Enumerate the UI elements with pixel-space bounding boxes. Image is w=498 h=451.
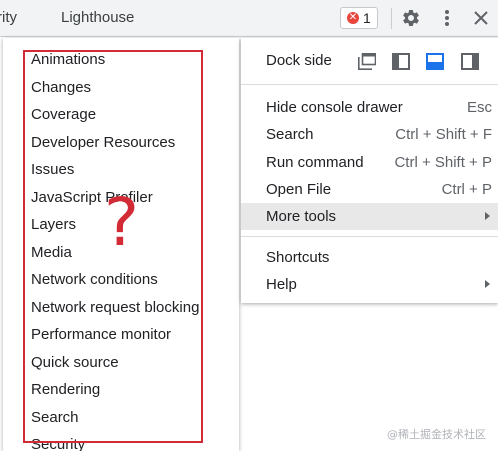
close-icon[interactable] bbox=[469, 6, 493, 30]
submenu-item[interactable]: Rendering bbox=[3, 379, 239, 407]
submenu-item[interactable]: Network request blocking bbox=[3, 297, 239, 325]
menu-item-hide-console-drawer[interactable]: Hide console drawer Esc bbox=[241, 94, 498, 121]
submenu-item[interactable]: Performance monitor bbox=[3, 324, 239, 352]
menu-item-label: Run command bbox=[266, 154, 364, 171]
menu-divider bbox=[241, 84, 498, 85]
menu-item-open-file[interactable]: Open File Ctrl + P bbox=[241, 176, 498, 203]
more-tools-submenu: Animations Changes Coverage Developer Resou… bbox=[3, 38, 239, 451]
menu-item-more-tools[interactable]: More tools bbox=[241, 203, 498, 230]
toolbar-divider bbox=[391, 8, 392, 29]
menu-item-label: More tools bbox=[266, 208, 337, 225]
undock-icon[interactable] bbox=[358, 53, 376, 70]
submenu-item[interactable]: Media bbox=[3, 242, 239, 270]
submenu-item[interactable]: Quick source bbox=[3, 352, 239, 380]
watermark: @稀土掘金技术社区 bbox=[387, 428, 486, 441]
menu-item-label: Open File bbox=[266, 181, 332, 198]
submenu-item[interactable]: Changes bbox=[3, 77, 239, 105]
customize-menu: Dock side Hide console drawer Esc Search… bbox=[241, 38, 498, 303]
menu-divider bbox=[241, 236, 498, 237]
tab-lighthouse[interactable]: Lighthouse bbox=[61, 0, 134, 36]
error-icon: ✕ bbox=[347, 12, 359, 24]
error-count: 1 bbox=[363, 10, 371, 26]
gear-icon[interactable] bbox=[399, 6, 423, 30]
chevron-right-icon bbox=[485, 280, 490, 288]
dock-left-icon[interactable] bbox=[392, 53, 410, 70]
tab-security[interactable]: rity bbox=[0, 0, 17, 36]
chevron-right-icon bbox=[485, 212, 490, 220]
submenu-item[interactable]: Developer Resources bbox=[3, 132, 239, 160]
dock-bottom-icon[interactable] bbox=[426, 53, 444, 70]
menu-item-label: Shortcuts bbox=[266, 249, 330, 266]
menu-item-shortcuts[interactable]: Shortcuts bbox=[241, 244, 498, 271]
submenu-item[interactable]: Security bbox=[3, 434, 239, 451]
menu-item-shortcut: Ctrl + P bbox=[441, 181, 492, 198]
menu-item-search[interactable]: Search Ctrl + Shift + F bbox=[241, 121, 498, 148]
submenu-item[interactable]: Coverage bbox=[3, 104, 239, 132]
dock-side-row: Dock side bbox=[241, 48, 498, 76]
submenu-item[interactable]: Network conditions bbox=[3, 269, 239, 297]
menu-item-label: Hide console drawer bbox=[266, 99, 403, 116]
menu-item-label: Search bbox=[266, 126, 314, 143]
menu-item-label: Help bbox=[266, 276, 297, 293]
menu-item-shortcut: Ctrl + Shift + P bbox=[394, 154, 492, 171]
menu-item-run-command[interactable]: Run command Ctrl + Shift + P bbox=[241, 149, 498, 176]
menu-item-shortcut: Esc bbox=[466, 99, 492, 116]
menu-item-shortcut: Ctrl + Shift + F bbox=[395, 126, 492, 143]
more-tools-list: Animations Changes Coverage Developer Resou… bbox=[3, 49, 239, 451]
menu-item-help[interactable]: Help bbox=[241, 271, 498, 298]
submenu-item[interactable]: Layers bbox=[3, 214, 239, 242]
submenu-item[interactable]: Animations bbox=[3, 49, 239, 77]
devtools-tab-bar: rity Lighthouse ✕ 1 bbox=[0, 0, 498, 37]
submenu-item[interactable]: Search bbox=[3, 407, 239, 435]
dock-right-icon[interactable] bbox=[461, 53, 479, 70]
error-count-badge[interactable]: ✕ 1 bbox=[340, 7, 378, 29]
submenu-item[interactable]: JavaScript Profiler bbox=[3, 187, 239, 215]
submenu-item[interactable]: Issues bbox=[3, 159, 239, 187]
dock-side-label: Dock side bbox=[266, 52, 332, 69]
kebab-icon[interactable] bbox=[435, 6, 459, 30]
